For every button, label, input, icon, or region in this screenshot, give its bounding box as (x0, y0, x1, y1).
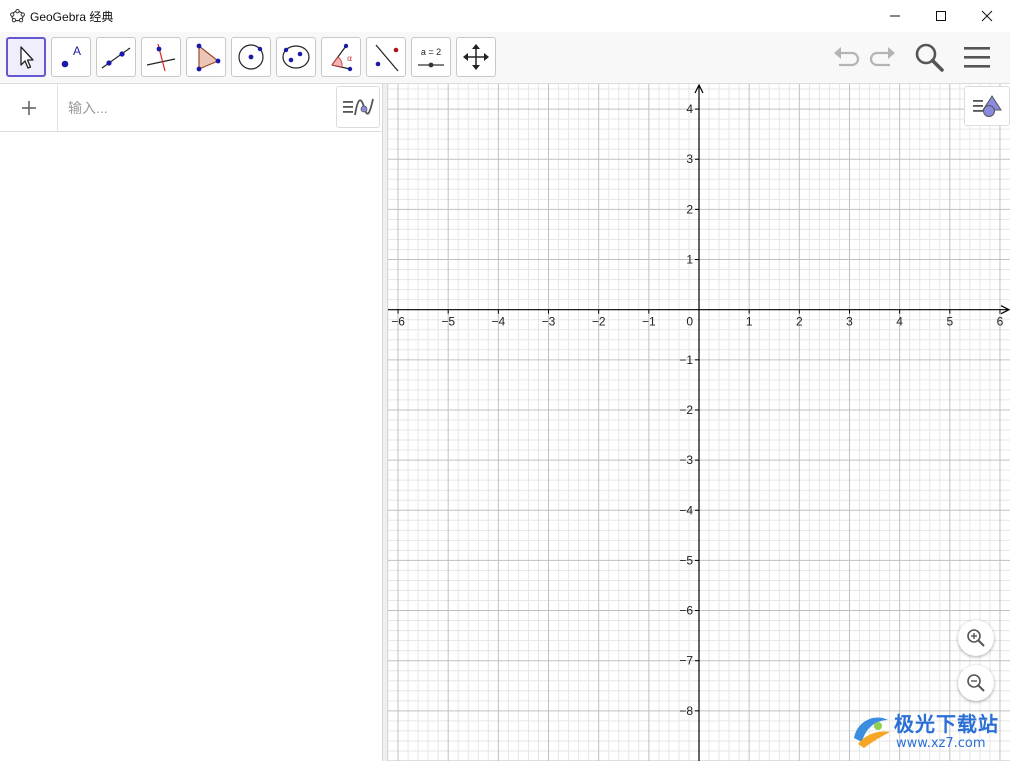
algebra-input[interactable] (68, 97, 328, 119)
geogebra-logo-icon (10, 9, 25, 23)
coordinate-grid[interactable]: −6 −5 −4 −3 −2 −1 0 1 2 3 4 5 6 −8 −7 −6 −5 −4 −3 −2 −1 1 2 3 4 (388, 84, 1010, 761)
title-bar: GeoGebra 经典 (0, 0, 1010, 32)
reflect-about-line-icon (375, 44, 399, 72)
x-tick-label: 3 (846, 315, 853, 329)
algebra-style-button[interactable] (336, 86, 380, 128)
site-watermark: 极光下载站 www.xz7.com (848, 704, 1008, 758)
watermark-title: 极光下载站 (894, 712, 999, 736)
close-button[interactable] (964, 0, 1010, 32)
y-tick-label: −7 (679, 654, 693, 668)
zoom-out-icon (967, 674, 985, 692)
x-tick-label: −6 (391, 315, 405, 329)
tool-circle[interactable] (231, 37, 271, 77)
circle-with-center-icon (238, 44, 264, 70)
geogebra-window: GeoGebra 经典 A α a = 2 输入... −6 −5 −4 −3 … (0, 0, 1010, 761)
tool-line[interactable] (96, 37, 136, 77)
menu-icon (964, 47, 990, 68)
tool-perpendicular-line[interactable] (141, 37, 181, 77)
algebra-input-row (0, 84, 382, 132)
tool-move[interactable] (6, 37, 46, 77)
line-through-two-points-icon (101, 47, 131, 69)
x-tick-label: 0 (686, 315, 693, 329)
x-tick-label: 1 (746, 315, 753, 329)
move-graphics-view-icon (463, 44, 489, 70)
y-tick-label: −3 (679, 453, 693, 467)
x-tick-label: 4 (896, 315, 903, 329)
tool-point[interactable]: A (51, 37, 91, 77)
algebra-description-icon (343, 98, 374, 116)
tool-ellipse[interactable] (276, 37, 316, 77)
window-title: GeoGebra 经典 (30, 10, 114, 24)
x-tick-label: −4 (492, 315, 506, 329)
y-tick-label: −4 (679, 503, 693, 517)
x-tick-label: −2 (592, 315, 606, 329)
ellipse-icon (282, 45, 310, 69)
slider-tool-label: a = 2 (421, 47, 441, 57)
y-tick-label: −2 (679, 403, 693, 417)
point-tool-label: A (73, 44, 81, 58)
x-tick-label: 2 (796, 315, 803, 329)
tool-angle[interactable]: α (321, 37, 361, 77)
zoom-out-button[interactable] (958, 665, 994, 701)
zoom-in-button[interactable] (958, 620, 994, 656)
x-tick-label: 5 (946, 315, 953, 329)
y-tick-label: −1 (679, 353, 693, 367)
perpendicular-line-icon (146, 43, 176, 72)
graphics-style-button[interactable] (964, 86, 1010, 126)
maximize-button[interactable] (918, 0, 964, 32)
tool-polygon[interactable] (186, 37, 226, 77)
tool-move-graphics-view[interactable] (456, 37, 496, 77)
y-tick-label: 2 (686, 202, 693, 216)
y-tick-label: 4 (686, 102, 693, 116)
slider-icon: a = 2 (418, 47, 444, 68)
y-tick-label: −6 (679, 604, 693, 618)
redo-icon (869, 47, 895, 67)
search-button[interactable] (912, 40, 946, 74)
polygon-icon (196, 43, 221, 72)
menu-button[interactable] (960, 40, 994, 74)
minimize-button[interactable] (872, 0, 918, 32)
redo-button[interactable] (866, 40, 900, 74)
algebra-view (0, 84, 382, 761)
undo-icon (834, 47, 860, 67)
x-tick-label: −1 (642, 315, 656, 329)
zoom-in-icon (967, 629, 985, 647)
plus-icon (21, 100, 36, 115)
y-tick-label: −8 (679, 704, 693, 718)
angle-icon: α (331, 43, 352, 72)
y-tick-label: −5 (679, 553, 693, 567)
x-tick-label: −3 (542, 315, 556, 329)
toolbar: A α a = 2 (0, 32, 1010, 84)
search-icon (915, 43, 944, 72)
y-tick-label: 3 (686, 152, 693, 166)
x-tick-label: −5 (441, 315, 455, 329)
watermark-logo-icon (854, 717, 890, 748)
minimize-icon (890, 15, 900, 17)
undo-button[interactable] (829, 40, 863, 74)
watermark-url: www.xz7.com (896, 736, 986, 751)
arrow-cursor-icon (20, 46, 34, 69)
point-icon: A (61, 44, 81, 68)
close-icon (981, 10, 993, 22)
x-tick-label: 6 (997, 315, 1004, 329)
graphics-style-icon (973, 95, 1002, 117)
angle-tool-label: α (347, 54, 352, 63)
y-tick-label: 1 (686, 253, 693, 267)
tool-reflect[interactable] (366, 37, 406, 77)
maximize-icon (936, 11, 946, 21)
tool-slider[interactable]: a = 2 (411, 37, 451, 77)
add-item-button[interactable] (0, 84, 58, 131)
graphics-view[interactable]: −6 −5 −4 −3 −2 −1 0 1 2 3 4 5 6 −8 −7 −6 −5 −4 −3 −2 −1 1 2 3 4 (388, 84, 1010, 761)
